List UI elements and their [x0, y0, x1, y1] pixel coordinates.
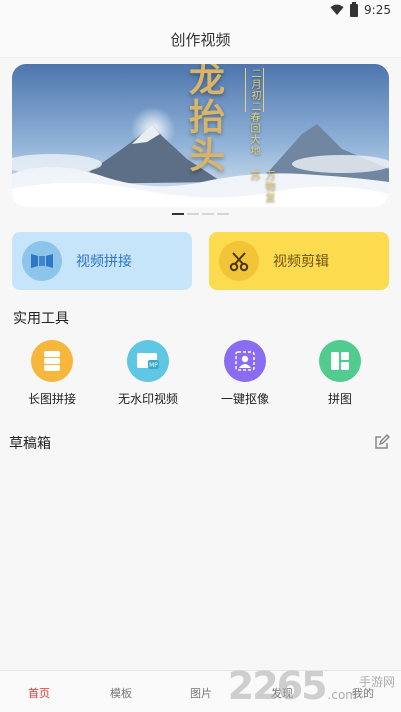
promo-banner[interactable]: 龙抬头 二月初二 春回大地 万物复苏	[12, 64, 389, 207]
battery-icon	[350, 1, 359, 17]
status-icons: 9:25	[330, 1, 391, 17]
app-header: 创作视频	[0, 22, 401, 58]
tool-label: 无水印视频	[117, 392, 178, 406]
svg-text:MP: MP	[149, 362, 158, 369]
video-stitch-button[interactable]: 视频拼接	[12, 232, 192, 290]
wifi-icon	[330, 4, 344, 15]
edit-icon[interactable]	[374, 434, 390, 450]
tab-discover[interactable]: 发现	[271, 685, 293, 701]
banner-title: 龙抬头	[183, 64, 225, 174]
tab-images[interactable]: 图片	[190, 685, 212, 701]
banner-dot[interactable]	[172, 213, 184, 215]
mp-video-icon: MP	[127, 340, 169, 382]
tools-section-title: 实用工具	[13, 311, 69, 327]
page-title: 创作视频	[170, 31, 231, 49]
tool-collage[interactable]: 拼图	[290, 340, 390, 407]
video-edit-button[interactable]: 视频剪辑	[209, 232, 389, 290]
tool-long-image[interactable]: 长图拼接	[2, 340, 102, 407]
video-stitch-label: 视频拼接	[76, 254, 132, 270]
status-time: 9:25	[364, 3, 391, 17]
film-stitch-icon	[22, 241, 62, 281]
video-edit-label: 视频剪辑	[273, 254, 329, 270]
banner-dot[interactable]	[217, 213, 229, 215]
status-bar: 9:25	[0, 0, 401, 22]
collage-icon	[319, 340, 361, 382]
tab-home[interactable]: 首页	[28, 685, 50, 701]
tool-label: 长图拼接	[27, 392, 76, 406]
banner-dot[interactable]	[187, 213, 199, 215]
banner-subtitle-1: 二月初二	[245, 68, 264, 112]
scissors-icon	[219, 241, 259, 281]
tools-grid: 长图拼接 MP 无水印视频 一键抠像 拼图	[0, 340, 401, 410]
drafts-title: 草稿箱	[9, 436, 51, 452]
bottom-tab-bar: 首页 模板 图片 发现 我的	[0, 670, 401, 712]
tab-templates[interactable]: 模板	[110, 685, 132, 701]
portrait-cutout-icon	[224, 340, 266, 382]
tab-profile[interactable]: 我的	[352, 685, 374, 701]
long-image-icon	[31, 340, 73, 382]
banner-subtitle-3: 万物复苏	[248, 170, 274, 203]
banner-pagination	[172, 213, 229, 215]
banner-subtitle-2: 春回大地	[248, 112, 259, 156]
tool-label: 一键抠像	[220, 392, 269, 406]
tool-no-watermark-video[interactable]: MP 无水印视频	[98, 340, 198, 407]
tool-label: 拼图	[327, 392, 352, 406]
banner-dot[interactable]	[202, 213, 214, 215]
tool-portrait-cutout[interactable]: 一键抠像	[195, 340, 295, 407]
